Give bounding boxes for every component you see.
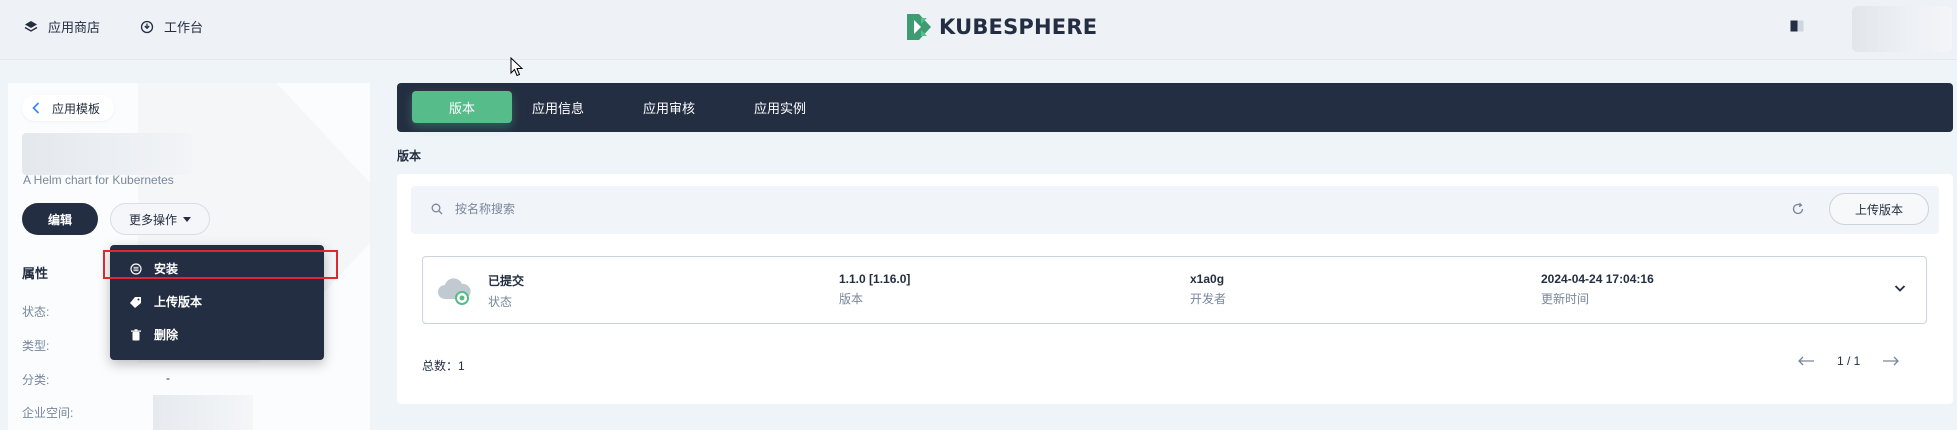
attr-status-label: 状态: [22,305,50,319]
arrow-left-icon[interactable] [1797,355,1815,367]
menu-item-upload-version[interactable]: 上传版本 [130,293,202,310]
menu-item-upload-version-label: 上传版本 [154,295,203,309]
version-number-cell: 1.1.0 [1.16.0] 版本 [839,272,910,307]
user-avatar[interactable] [1852,6,1952,52]
versions-card: 按名称搜索 上传版本 已提交 状态 1.1.0 [1.16.0] 版本 x1a0… [397,174,1953,404]
caret-down-icon [183,216,191,222]
developer-cell: x1a0g 开发者 [1190,272,1226,307]
tab-app-info[interactable]: 应用信息 [517,91,599,123]
version-number-key: 版本 [839,292,864,306]
tab-bar: 版本 应用信息 应用审核 应用实例 [397,83,1953,132]
kubesphere-logo-icon [907,14,931,40]
nav-app-store-label: 应用商店 [48,20,101,35]
top-bar: 应用商店 工作台 KUBESPHERE [0,0,1957,60]
version-status-cell: 已提交 状态 [488,272,524,310]
updated-time-value: 2024-04-24 17:04:16 [1541,272,1654,286]
kubesphere-logo[interactable]: KUBESPHERE [905,12,1097,42]
version-status-value: 已提交 [488,274,525,288]
cloud-status-icon [438,278,471,305]
chevron-down-icon[interactable] [1893,281,1907,295]
attr-workspace-value [153,395,253,430]
highlight-box [103,250,338,279]
version-row[interactable]: 已提交 状态 1.1.0 [1.16.0] 版本 x1a0g 开发者 2024-… [422,256,1927,324]
search-placeholder: 按名称搜索 [455,202,516,216]
attr-workspace-label: 企业空间: [22,406,74,420]
app-description: A Helm chart for Kubernetes [23,173,174,187]
tab-app-review[interactable]: 应用审核 [628,91,710,123]
versions-toolbar: 按名称搜索 上传版本 [411,186,1939,234]
updated-time-key: 更新时间 [1541,292,1590,306]
chevron-left-icon [32,102,40,114]
search-icon [431,203,443,214]
tag-icon [130,296,141,308]
workbench-icon [140,20,154,33]
nav-app-store[interactable]: 应用商店 [24,17,100,36]
upload-version-button[interactable]: 上传版本 [1829,193,1929,225]
window-icon[interactable] [1790,20,1804,32]
attributes-title: 属性 [22,266,49,281]
back-to-app-templates-button[interactable]: 应用模板 [22,95,115,121]
attr-category-value: - [166,371,170,385]
app-icon [22,133,192,175]
tab-versions[interactable]: 版本 [412,91,512,123]
edit-button[interactable]: 编辑 [22,203,98,235]
menu-item-delete[interactable]: 删除 [130,326,178,343]
nav-workbench-label: 工作台 [164,20,204,35]
developer-key: 开发者 [1190,292,1227,306]
more-actions-button[interactable]: 更多操作 [110,203,210,235]
search-input[interactable]: 按名称搜索 [431,200,515,217]
back-label: 应用模板 [52,101,101,116]
trash-icon [131,328,141,340]
nav-workbench[interactable]: 工作台 [140,17,203,36]
layers-icon [24,20,38,32]
pagination: 1 / 1 [1797,354,1900,368]
total-count: 总数：1 [422,359,465,373]
refresh-icon[interactable] [1791,202,1805,216]
attr-category-label: 分类: [22,373,50,387]
arrow-right-icon[interactable] [1882,355,1900,367]
mouse-cursor-icon [510,57,524,77]
more-actions-label: 更多操作 [128,212,177,227]
version-status-key: 状态 [488,295,513,309]
tab-app-instances[interactable]: 应用实例 [739,91,821,123]
logo-text: KUBESPHERE [939,15,1098,39]
section-title: 版本 [397,149,422,163]
attr-type-label: 类型: [22,339,50,353]
updated-time-cell: 2024-04-24 17:04:16 更新时间 [1541,272,1654,307]
developer-value: x1a0g [1190,272,1225,286]
version-number-value: 1.1.0 [1.16.0] [839,272,911,286]
menu-item-delete-label: 删除 [154,328,179,342]
page-indicator: 1 / 1 [1837,354,1861,368]
